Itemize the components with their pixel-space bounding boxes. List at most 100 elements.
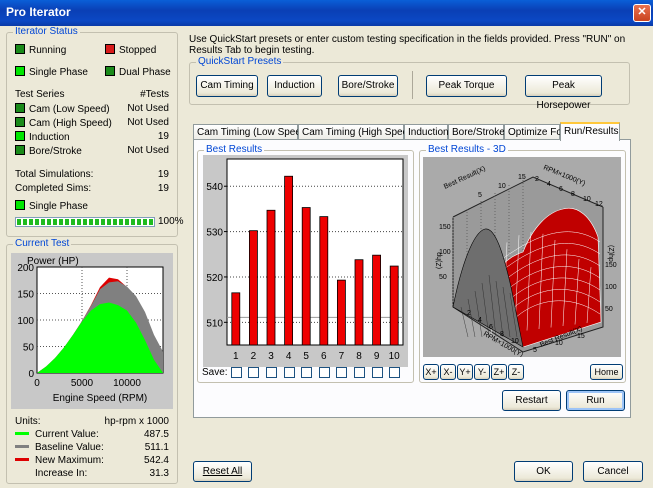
x-tick-label: 1 [233,351,239,362]
peak-horsepower-preset-button[interactable]: Peak Horsepower [525,75,602,111]
maximum-line-swatch [15,458,29,461]
x-tick-label: 6 [321,351,327,362]
best-results-3d-view[interactable]: Best Result(X) RPM×1000(Y)(Z)hp(Z)hpRPM×1… [423,157,621,357]
bar [284,175,293,346]
x-tick-label: 5 [303,351,309,362]
bore-stroke-preset-button[interactable]: Bore/Stroke [338,75,398,97]
window-title: Pro Iterator [6,5,71,19]
tab-induction[interactable]: Induction [404,124,449,140]
best-results-chart: 510 520 530 540 1 2 3 4 5 6 7 8 9 10 [203,155,408,367]
completed-sims-label: Completed Sims: [15,183,92,194]
bar [372,254,382,346]
tab-cam-timing-high[interactable]: Cam Timing (High Speed) [298,124,417,140]
tab-bore-stroke[interactable]: Bore/Stroke [448,124,505,140]
y-tick-label: 510 [206,318,223,329]
save-checkbox[interactable] [283,367,295,378]
induction-preset-button[interactable]: Induction [267,75,322,97]
rotate-view-button[interactable]: Y+ [457,364,473,380]
save-checkbox[interactable] [318,367,330,378]
cancel-button[interactable]: Cancel [583,461,643,482]
tab-cam-timing-low[interactable]: Cam Timing (Low Speed) [193,124,310,140]
new-maximum-value: 542.4 [143,455,169,466]
single-phase-label: Single Phase [29,67,88,78]
stopped-indicator: Stopped [105,44,156,56]
test-series-item: Cam (High Speed) [15,117,112,129]
bar [301,207,311,346]
tests-count-header: #Tests [140,89,169,100]
dual-phase-indicator: Dual Phase [105,66,171,78]
progress-percent: 100% [158,216,184,227]
z-tick-label-right: 100 [605,284,617,291]
restart-button[interactable]: Restart [502,390,561,411]
save-checkbox[interactable] [230,367,242,378]
y-tick-label: 100 [17,316,34,327]
tab-optimize-for[interactable]: Optimize For [504,124,565,140]
series-test-count: Not Used [127,145,169,156]
test-series-header: Test Series [15,89,65,100]
series-test-count: Not Used [127,117,169,128]
series-name: Cam (Low Speed) [29,104,110,115]
rotate-view-button[interactable]: Y- [474,364,490,380]
rpm-tick-top: 4 [547,181,551,188]
best-tick-bottom: 5 [533,347,537,354]
ok-button[interactable]: OK [514,461,573,482]
left-panel: Iterator Status Running Stopped Single P… [6,26,184,484]
save-label: Save: [202,367,228,378]
best-tick-bottom: 15 [577,333,585,340]
single-phase-indicator: Single Phase [15,66,88,78]
x-tick-label: 9 [374,351,380,362]
save-checkbox[interactable] [389,367,401,378]
reset-all-label: Reset All [202,466,243,477]
bar [354,259,364,346]
x-tick-label: 4 [286,351,292,362]
single-phase-light-icon [15,66,25,76]
test-series-item: Cam (Low Speed) [15,103,110,115]
peak-torque-preset-button[interactable]: Peak Torque [426,75,507,97]
x-tick-label: 10 [389,351,401,362]
new-maximum-row: New Maximum: [15,455,104,467]
save-checkbox[interactable] [248,367,260,378]
save-checkbox[interactable] [301,367,313,378]
total-simulations-label: Total Simulations: [15,169,94,180]
rotate-view-button[interactable]: X+ [423,364,439,380]
tab-run-results[interactable]: Run/Results [560,122,620,141]
quickstart-presets-legend: QuickStart Presets [196,56,284,67]
run-button[interactable]: Run [566,390,625,411]
x-tick-label: 3 [268,351,274,362]
phase-indicator: Single Phase [15,200,88,212]
title-bar[interactable]: Pro Iterator ✕ [0,0,653,26]
baseline-line-swatch [15,445,29,448]
rotate-view-button[interactable]: Z- [508,364,524,380]
save-checkbox[interactable] [354,367,365,378]
close-icon[interactable]: ✕ [633,4,651,22]
x-tick-label: 0 [34,378,40,389]
test-series-item: Bore/Stroke [15,145,82,157]
y-tick-label: 150 [17,290,34,301]
rotate-view-button[interactable]: X- [440,364,456,380]
progress-fill [17,219,153,225]
rotate-view-button[interactable]: Z+ [491,364,507,380]
cam-timing-preset-button[interactable]: Cam Timing [196,75,258,97]
rpm-tick-top: 2 [535,176,539,183]
x-tick-label: 5000 [71,378,94,389]
running-label: Running [29,45,67,56]
reset-all-button[interactable]: Reset All [193,461,252,482]
y-tick-label: 540 [206,182,223,193]
baseline-value-row: Baseline Value: [15,442,104,454]
z-tick-label-right: 150 [605,262,617,269]
rpm-tick-bottom: 10 [511,338,519,345]
bar [336,279,346,346]
current-value-row: Current Value: [15,429,99,441]
save-checkbox[interactable] [371,367,383,378]
x-axis-label: Engine Speed (RPM) [53,393,148,404]
save-checkbox[interactable] [266,367,277,378]
z-tick-label-left: 100 [439,249,451,256]
intro-text: Use QuickStart presets or enter custom t… [189,34,626,56]
x-tick-label: 7 [339,351,345,362]
y-tick-label: 50 [23,343,35,354]
y-tick-label: 200 [17,263,34,274]
save-checkbox[interactable] [336,367,348,378]
axis-label-best-top: Best Result(X) [443,165,487,190]
bar [389,265,399,346]
home-view-button[interactable]: Home [590,364,623,380]
